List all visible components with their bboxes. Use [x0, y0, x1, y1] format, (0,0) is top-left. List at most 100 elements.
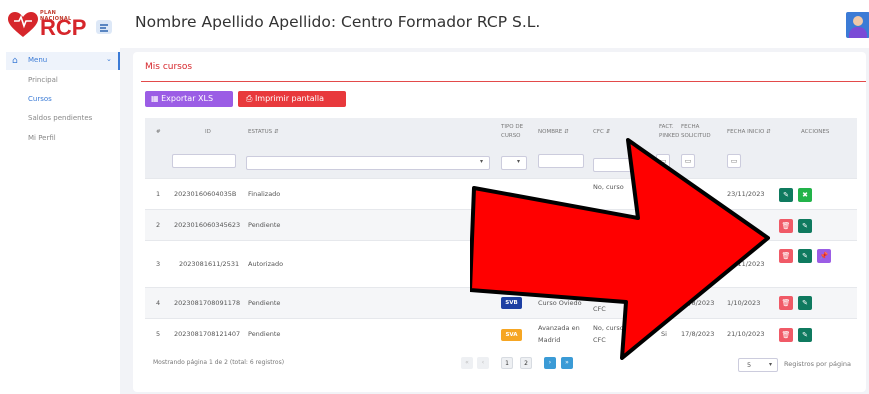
- pin-button[interactable]: 📌: [817, 249, 831, 263]
- col-name[interactable]: NOMBRE ⇵: [538, 128, 569, 137]
- last-page-button[interactable]: »: [561, 357, 573, 369]
- user-avatar[interactable]: [846, 12, 869, 38]
- course-type-badge: SVB: [501, 297, 522, 309]
- row-id: 2023081611/2531: [179, 260, 240, 268]
- filter-cfc-input[interactable]: [593, 158, 639, 172]
- col-id[interactable]: ID: [205, 128, 211, 137]
- edit-button[interactable]: ✎: [798, 328, 812, 342]
- table-row: 5 2023081708121407 Pendiente SVA Avanzad…: [145, 318, 857, 350]
- title-divider: [141, 81, 866, 82]
- row-id: 2023081708091178: [174, 299, 241, 307]
- sidebar-menu-label: Menu: [28, 56, 48, 64]
- sidebar-item-mi-perfil[interactable]: Mi Perfil: [28, 134, 56, 142]
- row-fact: Si: [661, 330, 667, 338]
- edit-button[interactable]: ✎: [798, 219, 812, 233]
- per-page-label: Registros por página: [784, 360, 852, 368]
- col-num[interactable]: #: [156, 128, 161, 137]
- row-date-start: 21/10/2023: [727, 330, 765, 338]
- col-status[interactable]: ESTATUS ⇵: [248, 128, 278, 137]
- page-title: Nombre Apellido Apellido: Centro Formado…: [135, 13, 541, 31]
- table-row: 3 2023081611/2531 Autorizado SVB Cursill…: [145, 240, 857, 287]
- filter-id-input[interactable]: [172, 154, 236, 168]
- chevron-down-icon: ▾: [516, 158, 520, 165]
- row-date-req: 17/8/2023: [681, 330, 715, 338]
- delete-button[interactable]: 🗑: [779, 296, 793, 310]
- row-cfc: CFC: [593, 336, 606, 344]
- col-date-start[interactable]: FECHA INICIO ⇵: [727, 128, 771, 137]
- prev-page-button[interactable]: ‹: [477, 357, 489, 369]
- first-page-button[interactable]: «: [461, 357, 473, 369]
- edit-button[interactable]: ✎: [798, 249, 812, 263]
- row-name: Avanzada en: [538, 324, 580, 332]
- filter-name-input[interactable]: [538, 154, 584, 168]
- col-fact-line2[interactable]: PINKED: [659, 132, 679, 141]
- col-fact-line1[interactable]: FACT.: [659, 123, 674, 132]
- row-date-req: 17/8/2023: [681, 299, 715, 307]
- filter-status-select[interactable]: ▾: [246, 156, 490, 170]
- delete-button[interactable]: 🗑: [779, 249, 793, 263]
- col-date-req-line1[interactable]: FECHA: [681, 123, 699, 132]
- course-type-badge: SVA: [501, 329, 522, 341]
- col-type-line1[interactable]: TIPO DE: [501, 123, 523, 132]
- row-date-start: 15/11/2023: [727, 260, 765, 268]
- row-status: Pendiente: [248, 221, 281, 229]
- row-id: 20230160604035B: [174, 190, 237, 198]
- home-icon: ⌂: [12, 56, 18, 66]
- heart-logo-icon: [8, 12, 38, 37]
- page-1-button[interactable]: 1: [501, 357, 513, 369]
- row-num: 1: [156, 190, 161, 198]
- calendar-icon[interactable]: ▭: [727, 154, 741, 168]
- table-row: 1 20230160604035B Finalizado No, curso 2…: [145, 178, 857, 209]
- row-num: 5: [156, 330, 161, 338]
- row-fact: Si: [661, 299, 667, 307]
- row-cfc: CFC: [593, 305, 606, 313]
- row-date-start: 1/10/2023: [727, 299, 761, 307]
- print-screen-button[interactable]: ⎙ Imprimir pantalla: [238, 91, 346, 107]
- chevron-down-icon: ⌄: [106, 55, 112, 63]
- rcp-logo[interactable]: PLAN NACIONAL RCP: [8, 8, 88, 42]
- row-date-start: 23/11/2023: [727, 190, 765, 198]
- page-size-value: 5: [747, 361, 752, 369]
- sidebar-item-cursos[interactable]: Cursos: [28, 95, 52, 103]
- calendar-icon[interactable]: ▭: [656, 154, 670, 168]
- course-type-badge: SVB: [501, 258, 522, 270]
- row-status: Autorizado: [248, 260, 284, 268]
- row-name: Curso Oviedo: [538, 299, 582, 307]
- page-size-select[interactable]: 5 ▾: [738, 358, 778, 372]
- page-2-button[interactable]: 2: [520, 357, 532, 369]
- row-num: 2: [156, 221, 161, 229]
- courses-card: Mis cursos ▦ Exportar XLS ⎙ Imprimir pan…: [133, 52, 866, 392]
- col-actions: ACCIONES: [801, 129, 830, 135]
- row-cfc: CFC: [593, 265, 606, 273]
- delete-button[interactable]: 🗑: [779, 328, 793, 342]
- row-id: 2023081708121407: [174, 330, 241, 338]
- export-xls-button[interactable]: ▦ Exportar XLS: [145, 91, 233, 107]
- edit-button[interactable]: ✎: [798, 296, 812, 310]
- avatar-body: [849, 27, 867, 38]
- row-cfc: No, curso s: [593, 253, 630, 261]
- row-name: Amañada: [538, 265, 569, 273]
- top-bar: PLAN NACIONAL RCP Nombre Apellido Apelli…: [0, 0, 869, 48]
- row-name: Cursillo: [538, 253, 563, 261]
- sidebar-item-principal[interactable]: Principal: [28, 76, 58, 84]
- col-type-line2[interactable]: CURSO: [501, 132, 521, 141]
- row-cfc: No, curso sin: [593, 293, 636, 301]
- pagination-info: Mostrando página 1 de 2 (total: 6 regist…: [153, 359, 285, 366]
- hamburger-menu-icon[interactable]: [96, 20, 112, 34]
- delete-button[interactable]: 🗑: [779, 219, 793, 233]
- row-cfc: No, curso sin: [593, 324, 636, 332]
- row-status: Pendiente: [248, 330, 281, 338]
- excel-button[interactable]: ✖: [798, 188, 812, 202]
- filter-type-select[interactable]: ▾: [501, 156, 527, 170]
- logo-text: RCP: [40, 15, 87, 40]
- avatar-head: [853, 16, 863, 26]
- row-id: 2023016060345623: [174, 221, 241, 229]
- table-row: 2 2023016060345623 Pendiente 🗑 ✎: [145, 209, 857, 240]
- next-page-button[interactable]: ›: [544, 357, 556, 369]
- edit-button[interactable]: ✎: [779, 188, 793, 202]
- calendar-icon[interactable]: ▭: [681, 154, 695, 168]
- sidebar-item-saldos-pendientes[interactable]: Saldos pendientes: [28, 114, 92, 122]
- sidebar-menu-toggle[interactable]: ⌂ Menu ⌄: [6, 52, 120, 70]
- col-cfc[interactable]: CFC ⇵: [593, 128, 610, 137]
- col-date-req-line2[interactable]: SOLICITUD: [681, 132, 711, 141]
